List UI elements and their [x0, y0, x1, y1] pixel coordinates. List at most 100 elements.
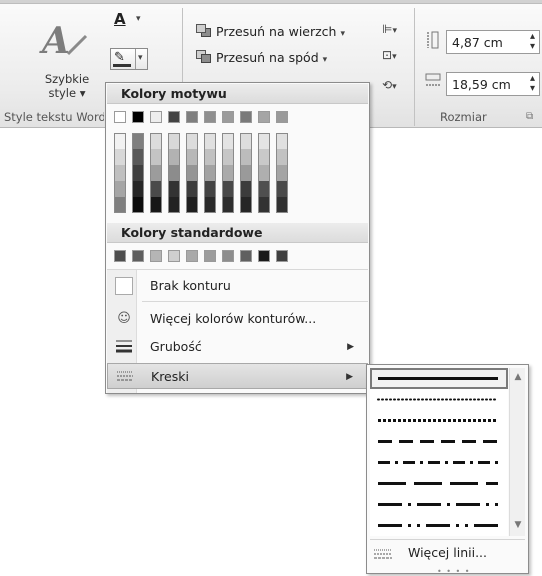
- theme-color-shade-swatch[interactable]: [204, 149, 216, 165]
- resize-grip-icon[interactable]: • • • •: [437, 567, 471, 576]
- dash-style-square-dot[interactable]: [370, 410, 508, 431]
- theme-color-shade-swatch[interactable]: [240, 181, 252, 197]
- theme-color-shade-swatch[interactable]: [150, 149, 162, 165]
- theme-color-swatch[interactable]: [114, 111, 126, 123]
- standard-color-swatch[interactable]: [276, 250, 288, 262]
- theme-color-shade-swatch[interactable]: [132, 197, 144, 213]
- theme-color-shade-swatch[interactable]: [258, 197, 270, 213]
- theme-color-shade-swatch[interactable]: [276, 197, 288, 213]
- theme-color-swatch[interactable]: [204, 111, 216, 123]
- scroll-up-icon[interactable]: ▲: [510, 370, 526, 384]
- standard-color-swatch[interactable]: [132, 250, 144, 262]
- no-outline-item[interactable]: Brak konturu: [107, 273, 368, 299]
- dialog-launcher-icon[interactable]: ⧉: [526, 111, 533, 122]
- more-outline-colors-item[interactable]: ☺ Więcej kolorów konturów...: [107, 306, 368, 332]
- theme-color-shade-swatch[interactable]: [132, 133, 144, 149]
- theme-color-shade-swatch[interactable]: [258, 149, 270, 165]
- theme-color-shade-swatch[interactable]: [186, 149, 198, 165]
- theme-color-swatch[interactable]: [186, 111, 198, 123]
- theme-color-shade-swatch[interactable]: [114, 149, 126, 165]
- text-fill-button[interactable]: A ▾: [112, 10, 152, 30]
- theme-color-swatch[interactable]: [132, 111, 144, 123]
- more-lines-item[interactable]: Więcej linii...: [370, 541, 525, 565]
- theme-color-shade-swatch[interactable]: [132, 149, 144, 165]
- dash-style-dash-dot[interactable]: [370, 452, 508, 473]
- theme-color-swatch[interactable]: [168, 111, 180, 123]
- theme-color-swatch[interactable]: [276, 111, 288, 123]
- standard-color-swatch[interactable]: [240, 250, 252, 262]
- group-button[interactable]: ⊡▾: [382, 48, 408, 66]
- theme-color-shade-swatch[interactable]: [258, 181, 270, 197]
- quick-styles-button[interactable]: A Szybkie style ▾: [30, 16, 104, 102]
- standard-color-swatch[interactable]: [258, 250, 270, 262]
- standard-color-swatch[interactable]: [186, 250, 198, 262]
- theme-color-shade-swatch[interactable]: [132, 181, 144, 197]
- weight-item[interactable]: Grubość ▶: [107, 334, 368, 360]
- theme-color-shade-swatch[interactable]: [258, 165, 270, 181]
- standard-color-swatch[interactable]: [114, 250, 126, 262]
- theme-color-swatch[interactable]: [222, 111, 234, 123]
- dash-style-round-dot[interactable]: [370, 389, 508, 410]
- theme-color-shade-swatch[interactable]: [168, 197, 180, 213]
- theme-color-shade-swatch[interactable]: [258, 133, 270, 149]
- theme-color-shade-swatch[interactable]: [222, 181, 234, 197]
- bring-to-front-button[interactable]: Przesuń na wierzch ▾: [196, 22, 345, 42]
- shape-width-field[interactable]: 18,59 cm ▴ ▾: [446, 72, 540, 96]
- theme-color-shade-swatch[interactable]: [240, 197, 252, 213]
- theme-color-shade-swatch[interactable]: [114, 133, 126, 149]
- dash-style-long-dash-dot[interactable]: [370, 494, 508, 515]
- theme-color-shade-swatch[interactable]: [114, 165, 126, 181]
- theme-color-shade-swatch[interactable]: [240, 133, 252, 149]
- send-to-back-button[interactable]: Przesuń na spód ▾: [196, 48, 327, 68]
- dash-style-long-dash[interactable]: [370, 473, 508, 494]
- theme-color-shade-swatch[interactable]: [240, 165, 252, 181]
- dash-style-solid[interactable]: [370, 368, 508, 389]
- theme-color-swatch[interactable]: [150, 111, 162, 123]
- theme-color-shade-swatch[interactable]: [168, 133, 180, 149]
- spin-buttons-icon[interactable]: ▴ ▾: [530, 74, 535, 94]
- theme-color-shade-swatch[interactable]: [222, 197, 234, 213]
- theme-color-shade-swatch[interactable]: [168, 181, 180, 197]
- scrollbar[interactable]: ▲ ▼: [509, 368, 525, 536]
- theme-color-shade-swatch[interactable]: [150, 181, 162, 197]
- dash-style-long-dash-dot-dot[interactable]: [370, 515, 508, 536]
- standard-color-swatch[interactable]: [150, 250, 162, 262]
- rotate-button[interactable]: ⟲▾: [382, 78, 408, 96]
- align-button[interactable]: ⊫▾: [382, 22, 408, 40]
- shape-height-field[interactable]: 4,87 cm ▴ ▾: [446, 30, 540, 54]
- theme-color-shade-swatch[interactable]: [186, 165, 198, 181]
- theme-color-shade-swatch[interactable]: [150, 133, 162, 149]
- theme-color-shade-swatch[interactable]: [276, 133, 288, 149]
- theme-color-shade-swatch[interactable]: [276, 165, 288, 181]
- standard-color-swatch[interactable]: [204, 250, 216, 262]
- theme-color-swatch[interactable]: [240, 111, 252, 123]
- theme-color-shade-swatch[interactable]: [222, 133, 234, 149]
- text-outline-button[interactable]: ✎ ▾: [110, 48, 148, 70]
- theme-color-shade-swatch[interactable]: [276, 149, 288, 165]
- theme-color-shade-swatch[interactable]: [186, 181, 198, 197]
- theme-color-shade-swatch[interactable]: [114, 181, 126, 197]
- theme-color-shade-swatch[interactable]: [204, 133, 216, 149]
- theme-color-shade-swatch[interactable]: [186, 197, 198, 213]
- theme-color-shade-swatch[interactable]: [222, 149, 234, 165]
- theme-color-shade-swatch[interactable]: [276, 181, 288, 197]
- dash-style-dash[interactable]: [370, 431, 508, 452]
- theme-color-shade-swatch[interactable]: [114, 197, 126, 213]
- theme-color-shade-swatch[interactable]: [168, 165, 180, 181]
- theme-color-shade-swatch[interactable]: [204, 197, 216, 213]
- spin-buttons-icon[interactable]: ▴ ▾: [530, 32, 535, 52]
- theme-color-shade-swatch[interactable]: [204, 165, 216, 181]
- theme-color-shade-swatch[interactable]: [150, 165, 162, 181]
- theme-color-shade-swatch[interactable]: [240, 149, 252, 165]
- standard-color-swatch[interactable]: [168, 250, 180, 262]
- theme-color-shade-swatch[interactable]: [132, 165, 144, 181]
- theme-color-shade-swatch[interactable]: [204, 181, 216, 197]
- theme-color-shade-swatch[interactable]: [222, 165, 234, 181]
- standard-color-swatch[interactable]: [222, 250, 234, 262]
- dashes-item[interactable]: Kreski ▶: [107, 363, 368, 389]
- theme-color-shade-swatch[interactable]: [186, 133, 198, 149]
- theme-color-swatch[interactable]: [258, 111, 270, 123]
- scroll-down-icon[interactable]: ▼: [510, 518, 526, 532]
- theme-color-shade-swatch[interactable]: [150, 197, 162, 213]
- theme-color-shade-swatch[interactable]: [168, 149, 180, 165]
